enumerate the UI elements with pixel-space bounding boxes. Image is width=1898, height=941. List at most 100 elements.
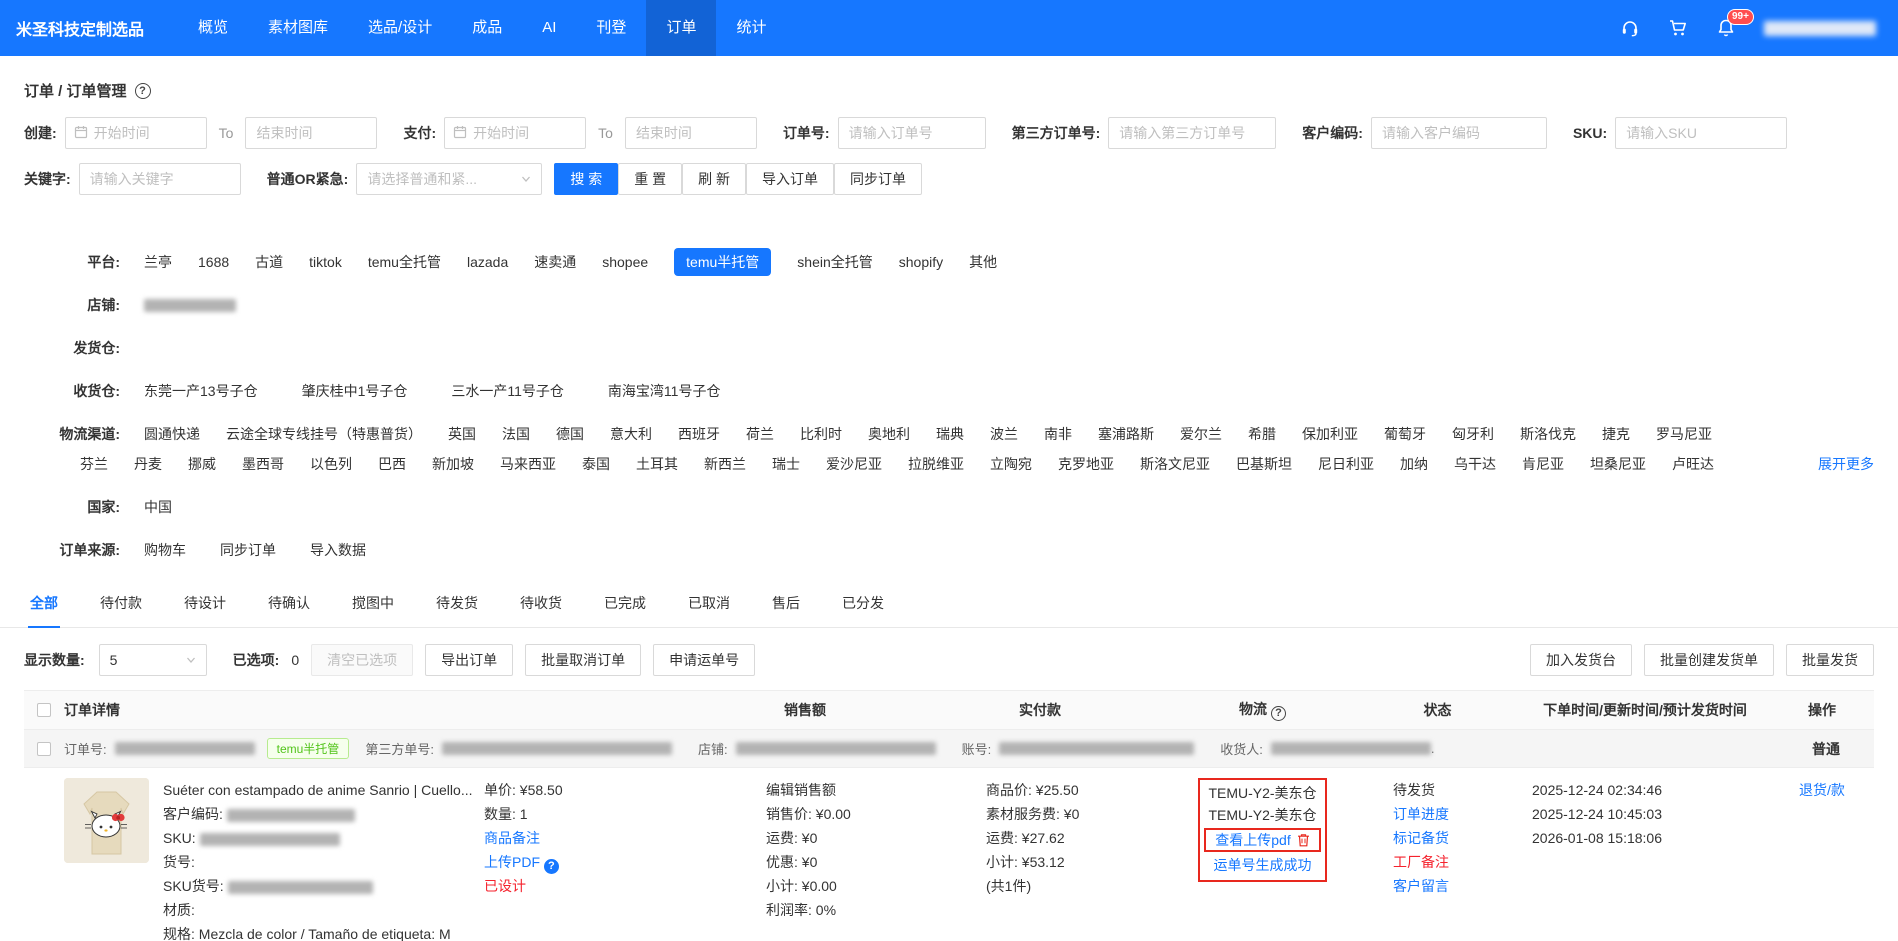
platform-option[interactable]: temu全托管 — [368, 251, 441, 273]
order-no-input[interactable] — [838, 117, 986, 149]
nav-item[interactable]: 素材图库 — [248, 0, 348, 56]
channel-option[interactable]: 捷克 — [1602, 423, 1630, 445]
warehouse-option[interactable]: 肇庆桂中1号子仓 — [302, 380, 408, 402]
priority-select[interactable]: 请选择普通和紧... — [356, 163, 542, 195]
shop-name-redacted[interactable] — [144, 299, 236, 312]
select-all-checkbox[interactable] — [37, 703, 51, 717]
created-end-input[interactable] — [245, 117, 377, 149]
notification-bell-icon[interactable]: 99+ — [1716, 18, 1736, 38]
warehouse-option[interactable]: 三水一产11号子仓 — [451, 380, 564, 402]
channel-option[interactable]: 南非 — [1044, 423, 1072, 445]
reset-button[interactable]: 重 置 — [618, 163, 682, 195]
order-checkbox[interactable] — [37, 742, 51, 756]
channel-option[interactable]: 芬兰 — [80, 453, 108, 475]
platform-option[interactable]: shopify — [899, 251, 943, 273]
channel-option[interactable]: 法国 — [502, 423, 530, 445]
edit-sales-link[interactable]: 编辑销售额 — [766, 778, 910, 802]
status-tab[interactable]: 待收货 — [518, 582, 564, 627]
nav-item[interactable]: 概览 — [178, 0, 248, 56]
sku-input[interactable] — [1615, 117, 1787, 149]
channel-option[interactable]: 以色列 — [310, 453, 352, 475]
nav-item[interactable]: AI — [522, 0, 576, 56]
created-start-field[interactable] — [94, 125, 198, 141]
platform-option[interactable]: temu半托管 — [674, 248, 771, 276]
refund-link[interactable]: 退货/款 — [1799, 782, 1845, 798]
nav-item[interactable]: 订单 — [646, 0, 716, 56]
view-pdf-link[interactable]: 查看上传pdf — [1215, 830, 1290, 850]
import-order-button[interactable]: 导入订单 — [746, 163, 834, 195]
channel-option[interactable]: 巴基斯坦 — [1236, 453, 1292, 475]
platform-option[interactable]: 1688 — [198, 251, 229, 273]
source-option[interactable]: 导入数据 — [310, 539, 366, 561]
platform-option[interactable]: 其他 — [969, 251, 997, 273]
channel-option[interactable]: 希腊 — [1248, 423, 1276, 445]
clear-selection-button[interactable]: 清空已选项 — [311, 644, 413, 676]
paid-end-input[interactable] — [625, 117, 757, 149]
channel-option[interactable]: 坦桑尼亚 — [1590, 453, 1646, 475]
created-start-input[interactable] — [65, 117, 207, 149]
channel-option[interactable]: 肯尼亚 — [1522, 453, 1564, 475]
channel-option[interactable]: 爱沙尼亚 — [826, 453, 882, 475]
search-button[interactable]: 搜 索 — [554, 163, 618, 195]
order-progress-link[interactable]: 订单进度 — [1393, 806, 1449, 822]
channel-option[interactable]: 奥地利 — [868, 423, 910, 445]
source-option[interactable]: 购物车 — [144, 539, 186, 561]
product-image[interactable] — [64, 778, 149, 863]
platform-option[interactable]: 兰亭 — [144, 251, 172, 273]
source-option[interactable]: 同步订单 — [220, 539, 276, 561]
channel-option[interactable]: 英国 — [448, 423, 476, 445]
status-tab[interactable]: 售后 — [770, 582, 802, 627]
status-tab[interactable]: 已完成 — [602, 582, 648, 627]
refresh-button[interactable]: 刷 新 — [682, 163, 746, 195]
channel-option[interactable]: 新加坡 — [432, 453, 474, 475]
page-size-select[interactable]: 5 — [99, 644, 207, 676]
warehouse-option[interactable]: 南海宝湾11号子仓 — [608, 380, 721, 402]
status-tab[interactable]: 搅图中 — [350, 582, 396, 627]
channel-option[interactable]: 墨西哥 — [242, 453, 284, 475]
upload-pdf-link[interactable]: 上传PDF — [484, 854, 540, 870]
platform-option[interactable]: shopee — [602, 251, 648, 273]
nav-item[interactable]: 统计 — [716, 0, 786, 56]
channel-option[interactable]: 圆通快递 — [144, 423, 200, 445]
batch-create-shipment-button[interactable]: 批量创建发货单 — [1644, 644, 1774, 676]
batch-ship-button[interactable]: 批量发货 — [1786, 644, 1874, 676]
customer-code-input[interactable] — [1371, 117, 1547, 149]
country-option[interactable]: 中国 — [144, 496, 172, 518]
channel-option[interactable]: 波兰 — [990, 423, 1018, 445]
channel-option[interactable]: 保加利亚 — [1302, 423, 1358, 445]
channel-option[interactable]: 立陶宛 — [990, 453, 1032, 475]
paid-start-field[interactable] — [473, 125, 577, 141]
channel-option[interactable]: 爱尔兰 — [1180, 423, 1222, 445]
nav-item[interactable]: 选品/设计 — [348, 0, 452, 56]
channel-option[interactable]: 巴西 — [378, 453, 406, 475]
status-tab[interactable]: 待发货 — [434, 582, 480, 627]
keyword-input[interactable] — [79, 163, 241, 195]
channel-option[interactable]: 拉脱维亚 — [908, 453, 964, 475]
status-tab[interactable]: 全部 — [28, 582, 60, 628]
apply-tracking-button[interactable]: 申请运单号 — [653, 644, 755, 676]
channel-option[interactable]: 加纳 — [1400, 453, 1428, 475]
platform-option[interactable]: shein全托管 — [797, 251, 872, 273]
support-icon[interactable] — [1620, 18, 1640, 38]
channel-option[interactable]: 罗马尼亚 — [1656, 423, 1712, 445]
add-dispatch-button[interactable]: 加入发货台 — [1530, 644, 1632, 676]
status-tab[interactable]: 待设计 — [182, 582, 228, 627]
platform-option[interactable]: lazada — [467, 251, 508, 273]
logistics-help-icon[interactable]: ? — [1271, 706, 1286, 721]
channel-option[interactable]: 塞浦路斯 — [1098, 423, 1154, 445]
channel-option[interactable]: 瑞士 — [772, 453, 800, 475]
factory-note-link[interactable]: 工厂备注 — [1393, 854, 1449, 870]
channel-option[interactable]: 意大利 — [610, 423, 652, 445]
channel-option[interactable]: 斯洛伐克 — [1520, 423, 1576, 445]
status-tab[interactable]: 待确认 — [266, 582, 312, 627]
upload-pdf-help-icon[interactable]: ? — [544, 859, 559, 874]
customer-message-link[interactable]: 客户留言 — [1393, 878, 1449, 894]
export-order-button[interactable]: 导出订单 — [425, 644, 513, 676]
expand-more-link[interactable]: 展开更多 — [1818, 453, 1874, 475]
channel-option[interactable]: 泰国 — [582, 453, 610, 475]
channel-option[interactable]: 匈牙利 — [1452, 423, 1494, 445]
channel-option[interactable]: 云途全球专线挂号（特惠普货） — [226, 423, 422, 445]
channel-option[interactable]: 新西兰 — [704, 453, 746, 475]
mark-stock-link[interactable]: 标记备货 — [1393, 830, 1449, 846]
platform-option[interactable]: 古道 — [255, 251, 283, 273]
